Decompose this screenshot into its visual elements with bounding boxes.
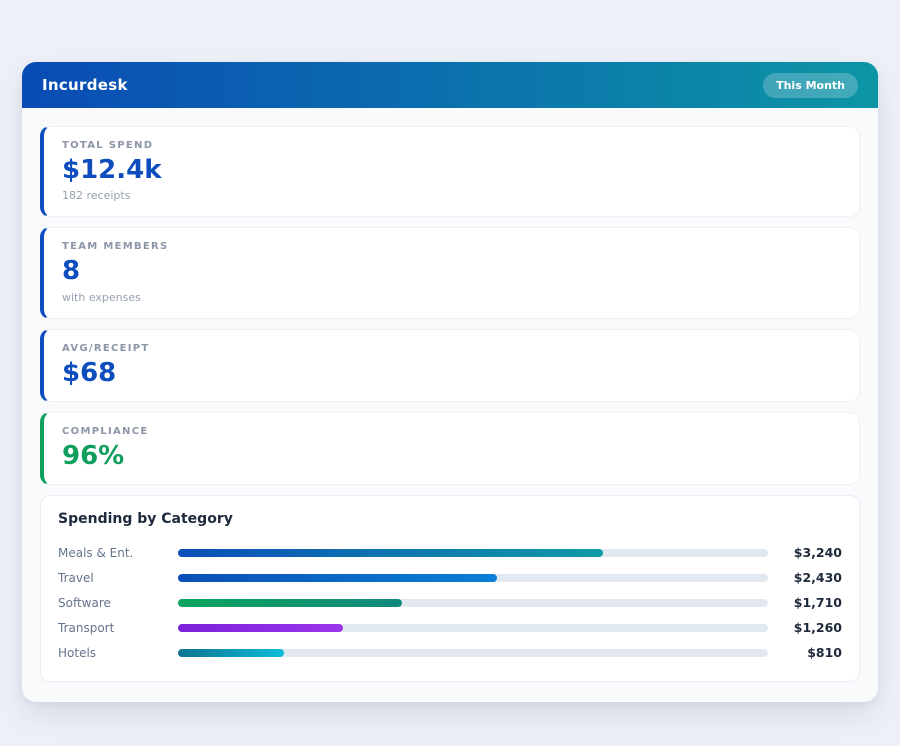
category-label: Hotels — [58, 646, 178, 660]
spending-chart-panel: Spending by Category Meals & Ent. $3,240… — [40, 495, 860, 682]
bar-fill — [178, 599, 402, 607]
stat-card: TOTAL SPEND $12.4k 182 receipts — [40, 126, 860, 217]
category-value: $2,430 — [768, 570, 842, 585]
bar-track — [178, 599, 768, 607]
bar-fill — [178, 574, 497, 582]
app-header: Incurdesk This Month — [22, 62, 878, 108]
category-value: $1,260 — [768, 620, 842, 635]
app-title: Incurdesk — [42, 76, 128, 94]
chart-row: Software $1,710 — [58, 590, 842, 615]
stat-card: COMPLIANCE 96% — [40, 412, 860, 485]
stat-card: AVG/RECEIPT $68 — [40, 329, 860, 402]
bar-track — [178, 649, 768, 657]
dashboard-card: Incurdesk This Month TOTAL SPEND $12.4k … — [22, 62, 878, 702]
chart-row: Transport $1,260 — [58, 615, 842, 640]
chart-title: Spending by Category — [58, 511, 842, 527]
bar-track — [178, 624, 768, 632]
stat-label: TOTAL SPEND — [62, 140, 841, 151]
bar-fill — [178, 549, 603, 557]
stat-value: $68 — [62, 360, 841, 387]
stat-sublabel: 182 receipts — [62, 189, 841, 202]
bar-fill — [178, 649, 284, 657]
chart-row: Meals & Ent. $3,240 — [58, 540, 842, 565]
stat-sublabel: with expenses — [62, 291, 841, 304]
category-label: Travel — [58, 571, 178, 585]
bar-track — [178, 574, 768, 582]
period-badge[interactable]: This Month — [763, 73, 858, 98]
stat-label: COMPLIANCE — [62, 426, 841, 437]
stat-value: $12.4k — [62, 157, 841, 184]
app-body: TOTAL SPEND $12.4k 182 receipts TEAM MEM… — [22, 108, 878, 702]
chart-row: Travel $2,430 — [58, 565, 842, 590]
category-value: $3,240 — [768, 545, 842, 560]
category-value: $810 — [768, 645, 842, 660]
stat-label: TEAM MEMBERS — [62, 241, 841, 252]
stat-value: 8 — [62, 258, 841, 285]
stat-card: TEAM MEMBERS 8 with expenses — [40, 227, 860, 318]
bar-track — [178, 549, 768, 557]
category-label: Meals & Ent. — [58, 546, 178, 560]
category-value: $1,710 — [768, 595, 842, 610]
chart-rows: Meals & Ent. $3,240 Travel $2,430 Softwa… — [58, 540, 842, 665]
category-label: Transport — [58, 621, 178, 635]
stat-label: AVG/RECEIPT — [62, 343, 841, 354]
bar-fill — [178, 624, 343, 632]
stats-container: TOTAL SPEND $12.4k 182 receipts TEAM MEM… — [40, 126, 860, 485]
category-label: Software — [58, 596, 178, 610]
chart-row: Hotels $810 — [58, 640, 842, 665]
stat-value: 96% — [62, 443, 841, 470]
